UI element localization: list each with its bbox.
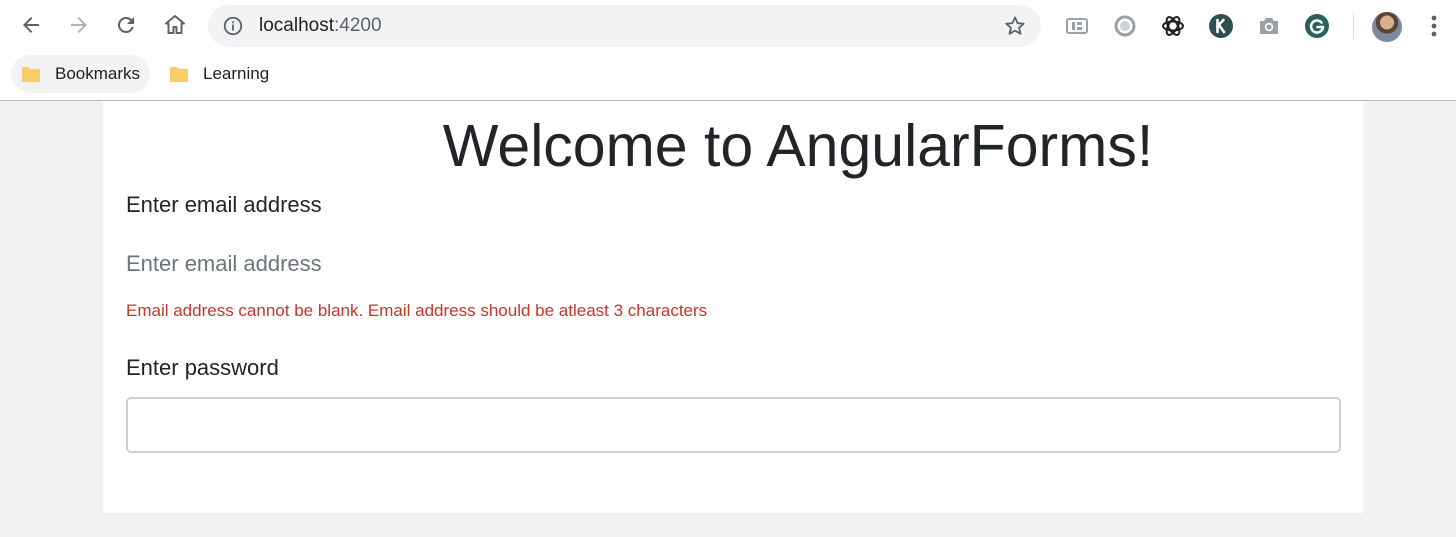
url-text[interactable]: localhost:4200: [259, 16, 382, 36]
home-icon: [165, 15, 185, 34]
password-input[interactable]: [126, 397, 1341, 453]
bookmark-label: Learning: [203, 64, 270, 83]
home-button[interactable]: [158, 8, 192, 42]
k-extension[interactable]: [1208, 13, 1234, 39]
folder-icon: [170, 67, 188, 82]
forward-button[interactable]: [62, 8, 96, 42]
toolbar-divider: [1353, 13, 1354, 39]
bookmark-folder-bookmarks[interactable]: Bookmarks: [11, 55, 151, 93]
bookmarks-bar: Bookmarks Learning: [0, 52, 1456, 100]
openai-extension-icon: [1162, 16, 1184, 36]
camera-icon: [1260, 18, 1278, 34]
circle-extension[interactable]: [1112, 13, 1138, 39]
openai-extension[interactable]: [1160, 13, 1186, 39]
star-icon[interactable]: [1003, 14, 1027, 38]
url-host: localhost: [259, 15, 334, 36]
back-arrow-icon: [23, 17, 39, 33]
address-bar[interactable]: localhost:4200: [208, 5, 1041, 47]
folder-icon: [22, 67, 40, 82]
reader-mode-extension[interactable]: [1064, 13, 1090, 39]
email-error-message: Email address cannot be blank. Email add…: [126, 301, 708, 320]
email-label: Enter email address: [126, 192, 322, 217]
reload-button[interactable]: [109, 8, 143, 42]
bookmark-label: Bookmarks: [55, 64, 141, 83]
grammarly-extension[interactable]: [1304, 13, 1330, 39]
browser-chrome: localhost:4200 Bookmarks Learning: [0, 0, 1456, 101]
k-extension-icon: [1209, 14, 1233, 38]
form-card: Welcome to AngularForms! Enter email add…: [103, 101, 1363, 513]
reader-mode-icon: [1066, 18, 1088, 34]
grammarly-icon: [1305, 14, 1329, 38]
more-vert-icon[interactable]: [1424, 13, 1444, 39]
url-port: :4200: [334, 15, 382, 36]
camera-extension[interactable]: [1256, 13, 1282, 39]
profile-avatar[interactable]: [1372, 12, 1402, 42]
forward-arrow-icon: [71, 17, 87, 33]
email-input[interactable]: [126, 241, 1341, 287]
bookmark-folder-learning[interactable]: Learning: [159, 55, 279, 93]
info-icon[interactable]: [222, 15, 244, 37]
reload-icon: [117, 16, 134, 33]
circle-extension-icon: [1114, 15, 1136, 37]
back-button[interactable]: [14, 8, 48, 42]
browser-toolbar: localhost:4200: [0, 0, 1456, 52]
page-title: Welcome to AngularForms!: [442, 113, 1154, 179]
password-label: Enter password: [126, 355, 279, 380]
